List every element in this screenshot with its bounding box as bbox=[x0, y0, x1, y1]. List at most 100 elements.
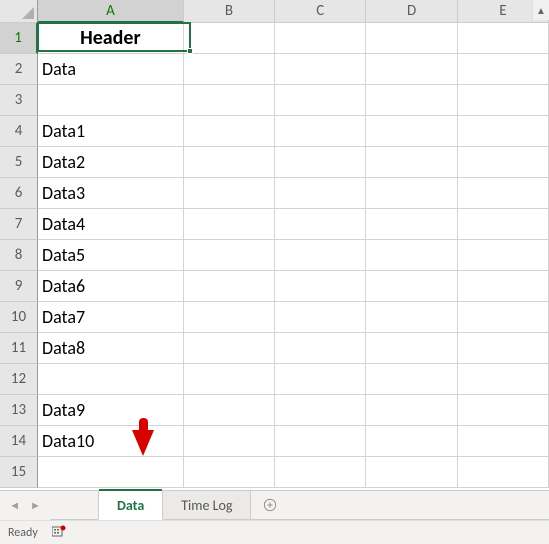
cell-E14[interactable] bbox=[458, 426, 549, 457]
cell-C14[interactable] bbox=[275, 426, 366, 457]
row-header-1[interactable]: 1 bbox=[0, 23, 38, 54]
cell-B14[interactable] bbox=[184, 426, 275, 457]
row-header-13[interactable]: 13 bbox=[0, 395, 38, 426]
cell-C6[interactable] bbox=[275, 178, 366, 209]
column-header-C[interactable]: C bbox=[275, 0, 366, 23]
row-header-3[interactable]: 3 bbox=[0, 85, 38, 116]
cell-C10[interactable] bbox=[275, 302, 366, 333]
cell-D13[interactable] bbox=[366, 395, 457, 426]
cell-E11[interactable] bbox=[458, 333, 549, 364]
cell-B11[interactable] bbox=[184, 333, 275, 364]
cell-D15[interactable] bbox=[366, 457, 457, 488]
sheet-tab-time-log[interactable]: Time Log bbox=[163, 491, 251, 520]
cell-C13[interactable] bbox=[275, 395, 366, 426]
cell-E5[interactable] bbox=[458, 147, 549, 178]
cell-D10[interactable] bbox=[366, 302, 457, 333]
column-header-A[interactable]: A bbox=[38, 0, 184, 23]
cell-A3[interactable] bbox=[38, 85, 184, 116]
row-header-8[interactable]: 8 bbox=[0, 240, 38, 271]
cell-A14[interactable]: Data10 bbox=[38, 426, 184, 457]
cell-D3[interactable] bbox=[366, 85, 457, 116]
cell-B9[interactable] bbox=[184, 271, 275, 302]
cell-B7[interactable] bbox=[184, 209, 275, 240]
cell-E2[interactable] bbox=[458, 54, 549, 85]
scroll-up-button[interactable]: ▲ bbox=[532, 0, 549, 20]
cell-C4[interactable] bbox=[275, 116, 366, 147]
cell-C15[interactable] bbox=[275, 457, 366, 488]
macro-record-icon[interactable] bbox=[52, 525, 66, 541]
cell-D6[interactable] bbox=[366, 178, 457, 209]
row-header-15[interactable]: 15 bbox=[0, 457, 38, 488]
cell-B8[interactable] bbox=[184, 240, 275, 271]
cell-A1[interactable]: Header bbox=[38, 23, 184, 54]
cell-B3[interactable] bbox=[184, 85, 275, 116]
cell-C11[interactable] bbox=[275, 333, 366, 364]
cell-A10[interactable]: Data7 bbox=[38, 302, 184, 333]
cell-E15[interactable] bbox=[458, 457, 549, 488]
cell-A6[interactable]: Data3 bbox=[38, 178, 184, 209]
cell-C5[interactable] bbox=[275, 147, 366, 178]
cell-D11[interactable] bbox=[366, 333, 457, 364]
cell-A4[interactable]: Data1 bbox=[38, 116, 184, 147]
cell-B2[interactable] bbox=[184, 54, 275, 85]
cell-D1[interactable] bbox=[366, 23, 457, 54]
cell-C3[interactable] bbox=[275, 85, 366, 116]
add-sheet-button[interactable] bbox=[251, 491, 289, 520]
row-header-12[interactable]: 12 bbox=[0, 364, 38, 395]
row-header-6[interactable]: 6 bbox=[0, 178, 38, 209]
cell-A5[interactable]: Data2 bbox=[38, 147, 184, 178]
cell-D8[interactable] bbox=[366, 240, 457, 271]
cell-D9[interactable] bbox=[366, 271, 457, 302]
row-header-4[interactable]: 4 bbox=[0, 116, 38, 147]
cell-C1[interactable] bbox=[275, 23, 366, 54]
row-header-14[interactable]: 14 bbox=[0, 426, 38, 457]
row-header-11[interactable]: 11 bbox=[0, 333, 38, 364]
select-all-corner[interactable] bbox=[0, 0, 38, 23]
tab-next-icon[interactable]: ► bbox=[30, 499, 41, 512]
cell-A9[interactable]: Data6 bbox=[38, 271, 184, 302]
row-header-2[interactable]: 2 bbox=[0, 54, 38, 85]
row-header-7[interactable]: 7 bbox=[0, 209, 38, 240]
cell-D7[interactable] bbox=[366, 209, 457, 240]
cell-A15[interactable] bbox=[38, 457, 184, 488]
cell-E3[interactable] bbox=[458, 85, 549, 116]
row-header-9[interactable]: 9 bbox=[0, 271, 38, 302]
cells-area[interactable]: HeaderData Data1Data2Data3Data4Data5Data6… bbox=[38, 23, 549, 490]
row-header-10[interactable]: 10 bbox=[0, 302, 38, 333]
cell-E6[interactable] bbox=[458, 178, 549, 209]
cell-E8[interactable] bbox=[458, 240, 549, 271]
cell-E12[interactable] bbox=[458, 364, 549, 395]
sheet-tab-data[interactable]: Data bbox=[98, 491, 163, 520]
tab-prev-icon[interactable]: ◄ bbox=[9, 499, 20, 512]
column-header-D[interactable]: D bbox=[366, 0, 457, 23]
cell-E10[interactable] bbox=[458, 302, 549, 333]
cell-D5[interactable] bbox=[366, 147, 457, 178]
cell-B6[interactable] bbox=[184, 178, 275, 209]
cell-B10[interactable] bbox=[184, 302, 275, 333]
cell-E13[interactable] bbox=[458, 395, 549, 426]
cell-B13[interactable] bbox=[184, 395, 275, 426]
cell-B5[interactable] bbox=[184, 147, 275, 178]
cell-E7[interactable] bbox=[458, 209, 549, 240]
cell-E9[interactable] bbox=[458, 271, 549, 302]
row-header-5[interactable]: 5 bbox=[0, 147, 38, 178]
cell-A8[interactable]: Data5 bbox=[38, 240, 184, 271]
cell-A13[interactable]: Data9 bbox=[38, 395, 184, 426]
column-header-B[interactable]: B bbox=[184, 0, 275, 23]
cell-D4[interactable] bbox=[366, 116, 457, 147]
cell-E4[interactable] bbox=[458, 116, 549, 147]
cell-C7[interactable] bbox=[275, 209, 366, 240]
cell-E1[interactable] bbox=[458, 23, 549, 54]
cell-C9[interactable] bbox=[275, 271, 366, 302]
cell-B4[interactable] bbox=[184, 116, 275, 147]
cell-A2[interactable]: Data bbox=[38, 54, 184, 85]
cell-C8[interactable] bbox=[275, 240, 366, 271]
cell-C2[interactable] bbox=[275, 54, 366, 85]
cell-A7[interactable]: Data4 bbox=[38, 209, 184, 240]
cell-C12[interactable] bbox=[275, 364, 366, 395]
cell-D2[interactable] bbox=[366, 54, 457, 85]
cell-B15[interactable] bbox=[184, 457, 275, 488]
cell-B1[interactable] bbox=[184, 23, 275, 54]
cell-D14[interactable] bbox=[366, 426, 457, 457]
cell-B12[interactable] bbox=[184, 364, 275, 395]
